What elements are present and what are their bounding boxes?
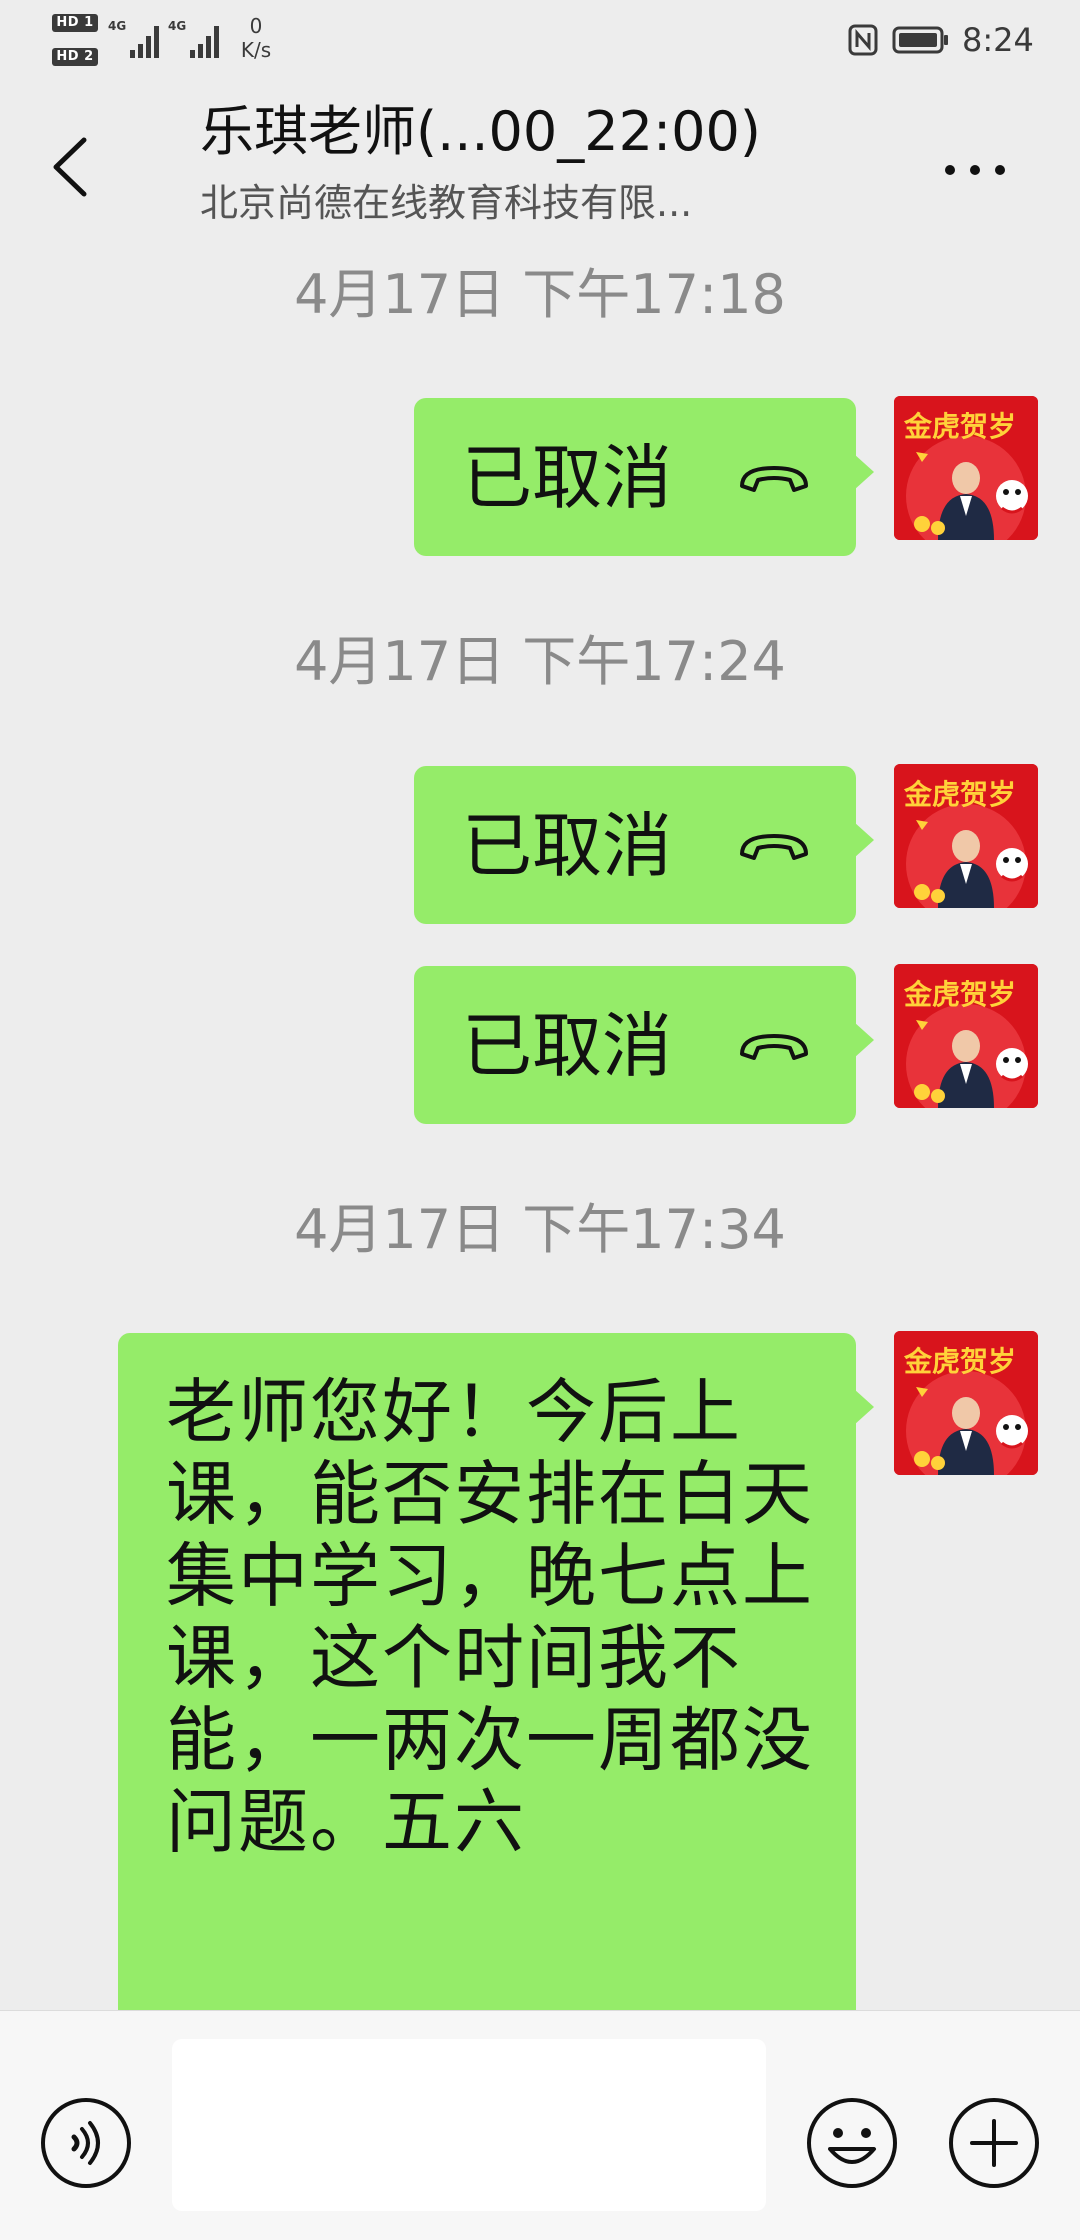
message-timestamp: 4月17日 下午17:18 [294,263,786,326]
chat-subtitle: 北京尚德在线教育科技有限... [200,181,693,225]
call-status-text: 已取消 [462,437,672,519]
avatar-image: 金虎贺岁 [894,764,1038,908]
avatar[interactable]: 金虎贺岁 [894,764,1038,908]
voice-icon[interactable] [38,2095,134,2191]
avatar-caption: 金虎贺岁 [903,778,1016,811]
more-dots-icon[interactable] [930,140,1020,200]
chat-screen: HD 1 HD 2 4G 4G 0 K/s 8:24 乐琪老师(...00_22… [0,0,1080,2240]
network-speed: 0 K/s [232,14,280,62]
avatar-image: 金虎贺岁 [894,964,1038,1108]
network-type-label: 4G [168,20,186,33]
avatar-caption: 金虎贺岁 [903,410,1016,443]
hd-icon: HD 2 [52,48,98,66]
call-message-bubble[interactable]: 已取消 [414,766,874,924]
hd-icon: HD 1 [52,14,98,32]
message-timestamp: 4月17日 下午17:24 [294,630,786,693]
back-arrow-icon[interactable] [40,130,100,204]
text-message-bubble[interactable]: 老师您好！今后上课，能否安排在白天集中学习，晚七点上课，这个时间我不能，一两次一… [118,1333,874,2010]
chat-header: 乐琪老师(...00_22:00) 北京尚德在线教育科技有限... [0,80,1080,248]
emoji-icon[interactable] [804,2095,900,2191]
nfc-icon [848,24,878,56]
phone-hangup-icon [740,1034,808,1060]
message-timestamp: 4月17日 下午17:34 [294,1198,786,1261]
network-type-label: 4G [108,20,126,33]
network-speed-value: 0 [249,14,263,38]
call-message-bubble[interactable]: 已取消 [414,398,874,556]
network-speed-unit: K/s [240,38,272,62]
avatar-image: 金虎贺岁 [894,396,1038,540]
call-status-text: 已取消 [462,1005,672,1087]
status-bar: HD 1 HD 2 4G 4G 0 K/s 8:24 [0,0,1080,80]
chat-title: 乐琪老师(...00_22:00) [200,100,761,163]
input-bar [0,2010,1080,2240]
avatar[interactable]: 金虎贺岁 [894,1331,1038,1475]
message-input[interactable] [172,2039,766,2211]
plus-icon[interactable] [946,2095,1042,2191]
call-status-text: 已取消 [462,805,672,887]
signal-icon: 4G [168,20,219,58]
signal-icon: 4G [108,20,159,58]
avatar[interactable]: 金虎贺岁 [894,396,1038,540]
message-text: 老师您好！今后上课，能否安排在白天集中学习，晚七点上课，这个时间我不能，一两次一… [166,1371,814,1863]
avatar-caption: 金虎贺岁 [903,1345,1016,1378]
message-list[interactable]: 4月17日 下午17:18 已取消 金虎贺岁 4月17日 下午17:24 已取消… [0,248,1080,2010]
avatar-image: 金虎贺岁 [894,1331,1038,1475]
status-time: 8:24 [962,21,1034,59]
phone-hangup-icon [740,834,808,860]
avatar-caption: 金虎贺岁 [903,978,1016,1011]
battery-icon [892,26,948,54]
phone-hangup-icon [740,466,808,492]
call-message-bubble[interactable]: 已取消 [414,966,874,1124]
avatar[interactable]: 金虎贺岁 [894,964,1038,1108]
